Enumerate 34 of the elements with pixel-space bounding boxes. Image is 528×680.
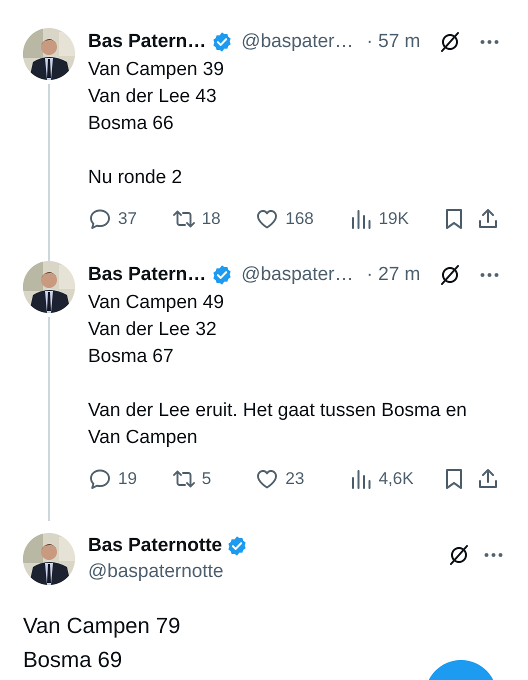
timestamp[interactable]: · 27 m — [366, 264, 420, 286]
repost-count: 18 — [202, 209, 221, 229]
tweet-text-line: Bosma 69 — [23, 646, 122, 674]
tweet-text-line: Bosma 67 — [88, 345, 174, 369]
author-name[interactable]: Bas Paternotte — [88, 535, 222, 557]
repost-count: 5 — [202, 469, 212, 489]
slashed-circle-icon[interactable] — [447, 543, 471, 567]
more-icon[interactable] — [479, 38, 500, 46]
timestamp[interactable]: · 57 m — [366, 31, 420, 53]
tweet-text-line: Van Campen 39 — [88, 58, 224, 82]
tweet-text-line: Van der Lee 43 — [88, 85, 217, 109]
reply-count: 37 — [118, 209, 137, 229]
author-name[interactable]: Bas Patern… — [88, 264, 206, 286]
like-count: 23 — [285, 469, 304, 489]
tweet-text-line: Nu ronde 2 — [88, 166, 182, 190]
author-handle[interactable]: @baspater… — [241, 264, 354, 286]
author-handle[interactable]: @baspater… — [241, 31, 354, 53]
tweet-text-line: Van Campen 79 — [23, 612, 180, 640]
like-count: 168 — [285, 209, 314, 229]
more-icon[interactable] — [483, 551, 504, 559]
views-count: 4,6K — [378, 469, 414, 489]
tweet-text-line: Van der Lee 32 — [88, 318, 217, 342]
reply-icon[interactable] — [88, 467, 112, 491]
author-name[interactable]: Bas Patern… — [88, 31, 206, 53]
tweet-text-line: Bosma 66 — [88, 112, 174, 136]
reply-icon[interactable] — [88, 207, 112, 231]
author-handle[interactable]: @baspaternotte — [88, 561, 248, 583]
more-icon[interactable] — [479, 271, 500, 279]
tweet-text-line: Van der Lee eruit. Het gaat tussen Bosma en Van Campen — [88, 399, 468, 450]
heart-icon[interactable] — [255, 207, 280, 231]
heart-icon[interactable] — [255, 467, 280, 491]
tweet-text-line: Van Campen 49 — [88, 291, 224, 315]
views-count: 19K — [378, 209, 409, 229]
reply-count: 19 — [118, 469, 137, 489]
